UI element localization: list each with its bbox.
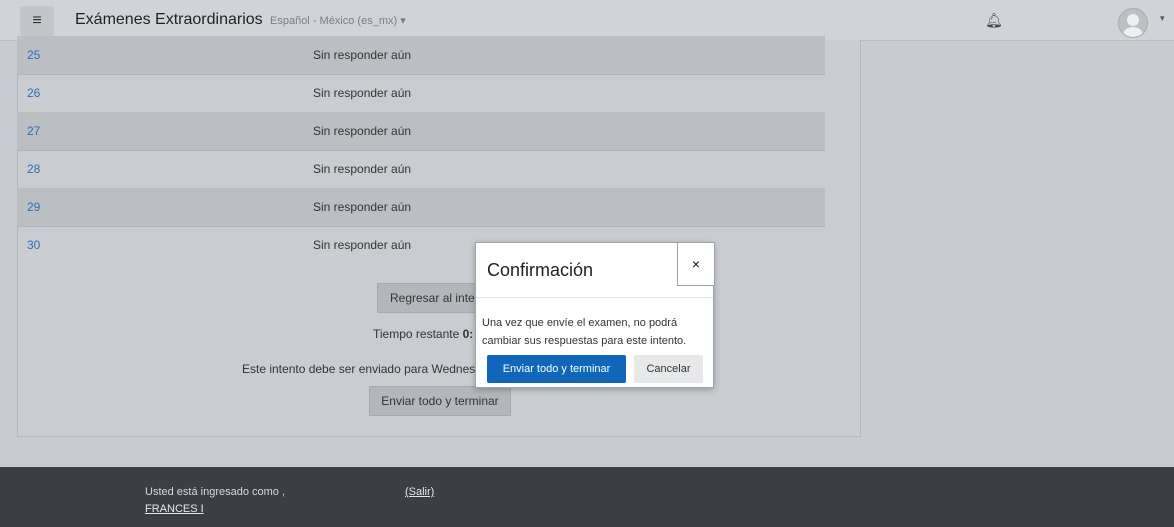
confirm-submit-button[interactable]: Enviar todo y terminar <box>487 355 626 383</box>
dialog-title: Confirmación <box>487 260 594 280</box>
table-row: 25 Sin responder aún <box>17 36 825 75</box>
menu-icon[interactable]: ≡ <box>20 6 54 36</box>
question-number-link[interactable]: 30 <box>27 238 40 252</box>
question-status: Sin responder aún <box>313 86 412 100</box>
bell-icon[interactable]: 🔔︎ <box>985 12 1003 29</box>
table-row: 26 Sin responder aún <box>17 74 825 112</box>
confirmation-dialog: Confirmación × Una vez que envíe el exam… <box>475 242 715 388</box>
site-name-link[interactable]: Exámenes Extraordinarios <box>75 11 263 29</box>
question-number-link[interactable]: 27 <box>27 124 40 138</box>
user-profile-link[interactable]: FRANCES I <box>145 503 204 515</box>
submit-all-button[interactable]: Enviar todo y terminar <box>369 386 511 416</box>
question-number-link[interactable]: 29 <box>27 200 40 214</box>
page-footer: Usted está ingresado como , FRANCES I (S… <box>0 467 1174 527</box>
language-menu[interactable]: Español - México (es_mx) ▾ <box>270 14 406 27</box>
close-icon[interactable]: × <box>677 242 715 286</box>
question-status: Sin responder aún <box>313 162 412 176</box>
dialog-header: Confirmación × <box>476 242 715 298</box>
time-remaining: Tiempo restante 0: <box>373 327 474 341</box>
top-navbar: ≡ Exámenes Extraordinarios Español - Méx… <box>0 0 1174 41</box>
question-status: Sin responder aún <box>313 124 412 138</box>
attempt-due-text: Este intento debe ser enviado para Wedne… <box>242 362 476 376</box>
table-row: 29 Sin responder aún <box>17 188 825 227</box>
chevron-down-icon[interactable]: ▾ <box>1160 13 1165 24</box>
question-number-link[interactable]: 25 <box>27 48 40 62</box>
table-row: 27 Sin responder aún <box>17 112 825 151</box>
avatar[interactable] <box>1118 8 1148 38</box>
question-status: Sin responder aún <box>313 238 412 252</box>
question-number-link[interactable]: 26 <box>27 86 40 100</box>
question-status: Sin responder aún <box>313 48 412 62</box>
cancel-button[interactable]: Cancelar <box>634 355 703 383</box>
logout-link[interactable]: (Salir) <box>405 486 434 498</box>
table-row: 28 Sin responder aún <box>17 150 825 188</box>
login-info-text: Usted está ingresado como , <box>145 486 286 498</box>
question-number-link[interactable]: 28 <box>27 162 40 176</box>
question-status: Sin responder aún <box>313 200 412 214</box>
dialog-message: Una vez que envíe el examen, no podrá ca… <box>482 317 687 347</box>
